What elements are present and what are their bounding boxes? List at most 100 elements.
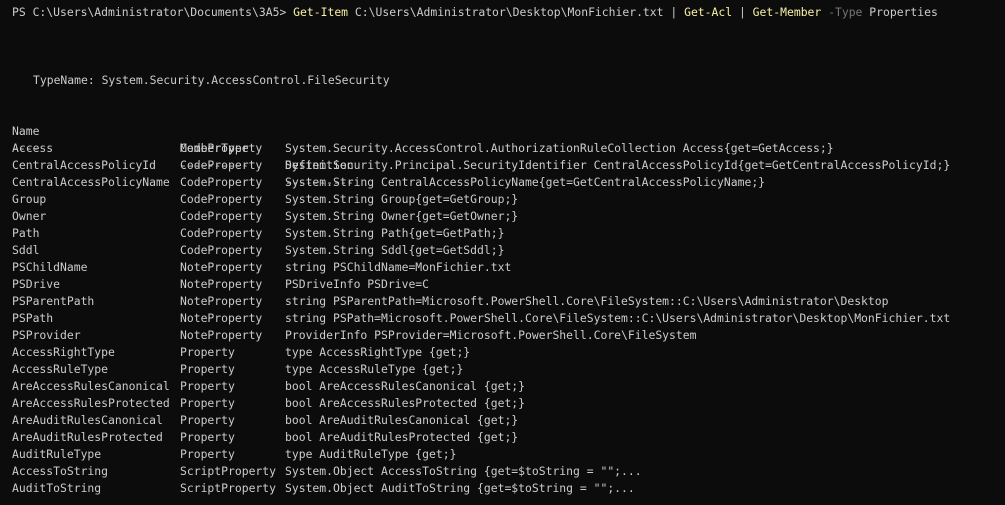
row-name: AccessRightType (12, 345, 115, 359)
row-definition: bool AreAccessRulesCanonical {get;} (285, 379, 526, 393)
parameter-type: -Type (821, 5, 863, 19)
table-row: PSPath NoteProperty string PSPath=Microsof… (12, 310, 1005, 327)
row-name: AreAccessRulesCanonical (12, 379, 170, 393)
row-name: AccessRuleType (12, 362, 109, 376)
row-membertype: NoteProperty (180, 328, 263, 342)
pipe-operator: | (732, 5, 746, 19)
powershell-terminal[interactable]: PS C:\Users\Administrator\Documents\3A5>… (0, 0, 1005, 505)
table-row: AreAccessRulesCanonical Property bool AreA… (12, 378, 1005, 395)
table-row: PSChildName NoteProperty string PSChildNam… (12, 259, 1005, 276)
row-name: Owner (12, 209, 47, 223)
row-definition: System.String Path{get=GetPath;} (285, 226, 505, 240)
row-name: CentralAccessPolicyId (12, 158, 157, 172)
row-name: AreAuditRulesCanonical (12, 413, 163, 427)
row-definition: System.String Sddl{get=GetSddl;} (285, 243, 505, 257)
row-name: Sddl (12, 243, 40, 257)
row-name: Access (12, 141, 54, 155)
table-row: AuditRuleType Property type AuditRuleType … (12, 446, 1005, 463)
row-definition: ProviderInfo PSProvider=Microsoft.PowerS… (285, 328, 697, 342)
table-row: PSProvider NoteProperty ProviderInfo PSPro… (12, 327, 1005, 344)
row-definition: type AuditRuleType {get;} (285, 447, 457, 461)
row-name: PSDrive (12, 277, 61, 291)
row-membertype: CodeProperty (180, 175, 263, 189)
row-membertype: ScriptProperty (180, 464, 277, 478)
row-membertype: Property (180, 379, 235, 393)
row-membertype: CodeProperty (180, 192, 263, 206)
row-name: PSChildName (12, 260, 88, 274)
row-membertype: Property (180, 345, 235, 359)
row-definition: string PSChildName=MonFichier.txt (285, 260, 512, 274)
row-definition: bool AreAccessRulesProtected {get;} (285, 396, 526, 410)
row-membertype: Property (180, 362, 235, 376)
row-definition: System.String CentralAccessPolicyName{ge… (285, 175, 766, 189)
row-membertype: CodeProperty (180, 158, 263, 172)
row-membertype: CodeProperty (180, 243, 263, 257)
table-row: AreAuditRulesCanonical Property bool AreAu… (12, 412, 1005, 429)
row-membertype: NoteProperty (180, 260, 263, 274)
row-membertype: CodeProperty (180, 226, 263, 240)
table-row: Group CodeProperty System.String Group{get… (12, 191, 1005, 208)
row-definition: bool AreAuditRulesProtected {get;} (285, 430, 519, 444)
row-definition: string PSPath=Microsoft.PowerShell.Core\… (285, 311, 951, 325)
typename-line: TypeName: System.Security.AccessControl.… (33, 73, 390, 87)
row-membertype: NoteProperty (180, 294, 263, 308)
table-row: AccessToString ScriptProperty System.Objec… (12, 463, 1005, 480)
row-definition: System.Security.AccessControl.Authorizat… (285, 141, 834, 155)
table-row: Owner CodeProperty System.String Owner{get… (12, 208, 1005, 225)
row-name: AreAccessRulesProtected (12, 396, 170, 410)
table-row: Sddl CodeProperty System.String Sddl{get=G… (12, 242, 1005, 259)
table-row: PSParentPath NoteProperty string PSParentP… (12, 293, 1005, 310)
cmdlet-get-item: Get-Item (293, 5, 349, 19)
table-row: CentralAccessPolicyId CodeProperty System.… (12, 157, 1005, 174)
row-definition: System.Object AuditToString {get=$toStri… (285, 481, 635, 495)
argument-path: C:\Users\Administrator\Desktop\MonFichie… (348, 5, 671, 19)
row-name: AreAuditRulesProtected (12, 430, 163, 444)
row-membertype: Property (180, 396, 235, 410)
row-definition: bool AreAuditRulesCanonical {get;} (285, 413, 519, 427)
row-membertype: CodeProperty (180, 209, 263, 223)
row-name: PSParentPath (12, 294, 95, 308)
table-row: AreAuditRulesProtected Property bool AreAu… (12, 429, 1005, 446)
table-row: AccessRightType Property type AccessRightT… (12, 344, 1005, 361)
row-membertype: NoteProperty (180, 277, 263, 291)
table-row: CentralAccessPolicyName CodeProperty Syste… (12, 174, 1005, 191)
cmdlet-get-acl: Get-Acl (677, 5, 733, 19)
row-name: PSPath (12, 311, 54, 325)
command-prompt-line: PS C:\Users\Administrator\Documents\3A5>… (12, 4, 1005, 21)
table-row: Path CodeProperty System.String Path{get=G… (12, 225, 1005, 242)
row-membertype: Property (180, 413, 235, 427)
parameter-value: Properties (862, 5, 938, 19)
prompt-path: PS C:\Users\Administrator\Documents\3A5> (12, 5, 294, 19)
table-row: AreAccessRulesProtected Property bool AreA… (12, 395, 1005, 412)
row-name: Group (12, 192, 47, 206)
table-header: Name MemberType Definition (12, 106, 1005, 172)
table-row: PSDrive NoteProperty PSDriveInfo PSDrive=C (12, 276, 1005, 293)
row-membertype: Property (180, 430, 235, 444)
row-definition: type AccessRightType {get;} (285, 345, 471, 359)
table-header-underline: ---- ---------- ---------- (12, 123, 1005, 189)
row-membertype: NoteProperty (180, 311, 263, 325)
row-definition: System.String Owner{get=GetOwner;} (285, 209, 519, 223)
table-row: AuditToString ScriptProperty System.Object… (12, 480, 1005, 497)
row-name: AuditRuleType (12, 447, 102, 461)
row-membertype: Property (180, 447, 235, 461)
cmdlet-get-member: Get-Member (745, 5, 822, 19)
row-name: AuditToString (12, 481, 102, 495)
row-definition: System.String Group{get=GetGroup;} (285, 192, 519, 206)
row-name: Path (12, 226, 40, 240)
row-membertype: CodeProperty (180, 141, 263, 155)
row-name: CentralAccessPolicyName (12, 175, 170, 189)
row-membertype: ScriptProperty (180, 481, 277, 495)
row-name: AccessToString (12, 464, 109, 478)
row-definition: PSDriveInfo PSDrive=C (285, 277, 430, 291)
row-name: PSProvider (12, 328, 81, 342)
table-row: AccessRuleType Property type AccessRuleTyp… (12, 361, 1005, 378)
row-definition: string PSParentPath=Microsoft.PowerShell… (285, 294, 889, 308)
table-row: Access CodeProperty System.Security.Access… (12, 140, 1005, 157)
row-definition: type AccessRuleType {get;} (285, 362, 464, 376)
row-definition: System.Security.Principal.SecurityIdenti… (285, 158, 951, 172)
